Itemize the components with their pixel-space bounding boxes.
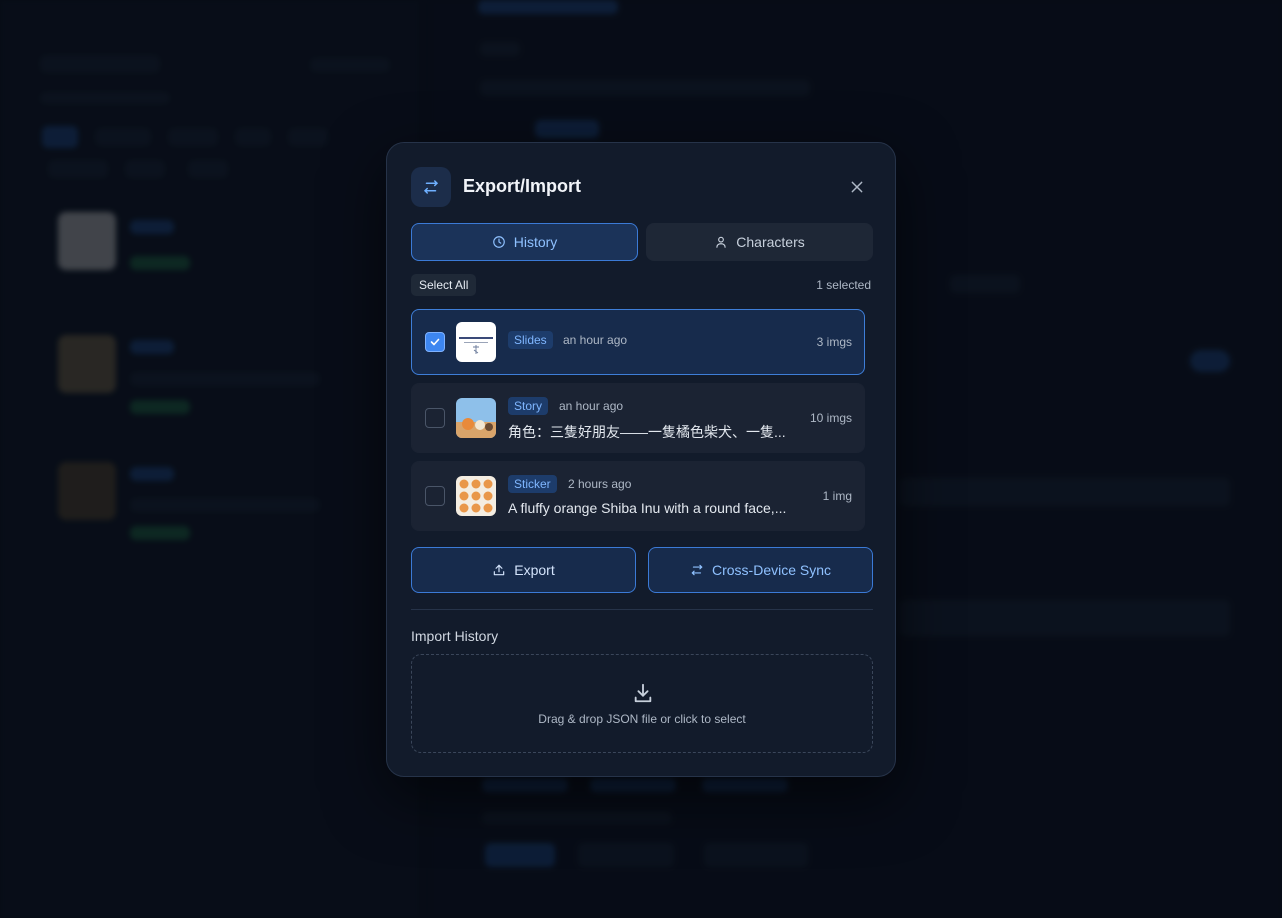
check-icon — [430, 338, 440, 346]
history-item[interactable]: Sticker 2 hours ago A fluffy orange Shib… — [411, 461, 865, 531]
item-checkbox[interactable] — [425, 332, 445, 352]
user-icon — [716, 236, 726, 248]
item-timestamp: an hour ago — [563, 333, 628, 347]
item-timestamp: 2 hours ago — [568, 477, 632, 491]
dialog-title: Export/Import — [463, 176, 582, 196]
item-thumbnail — [456, 322, 496, 362]
history-item[interactable]: Story an hour ago 角色：三隻好朋友——一隻橘色柴犬、一隻...… — [411, 383, 865, 453]
item-image-count: 10 imgs — [809, 411, 852, 425]
tab-characters-label: Characters — [736, 234, 805, 250]
json-dropzone[interactable]: Drag & drop JSON file or click to select — [411, 654, 873, 753]
item-description: A fluffy orange Shiba Inu with a round f… — [508, 500, 787, 516]
close-icon — [851, 181, 863, 193]
export-button-label: Export — [514, 562, 555, 578]
tab-history[interactable]: History — [411, 223, 638, 261]
upload-icon — [494, 564, 505, 576]
select-all-button[interactable]: Select All — [411, 274, 477, 296]
history-item[interactable]: Slides an hour ago 3 imgs — [411, 309, 865, 375]
selected-count: 1 selected — [816, 278, 871, 292]
export-button[interactable]: Export — [411, 547, 636, 593]
clock-icon — [492, 236, 505, 248]
divider — [411, 609, 873, 610]
item-tag-badge: Story — [508, 397, 549, 415]
dropzone-text: Drag & drop JSON file or click to select — [538, 712, 746, 726]
close-button[interactable] — [847, 177, 867, 197]
sync-button-label: Cross-Device Sync — [711, 562, 832, 578]
item-tag-badge: Slides — [508, 331, 553, 349]
download-icon — [634, 683, 652, 703]
item-image-count: 3 imgs — [816, 335, 852, 349]
item-description: 角色：三隻好朋友——一隻橘色柴犬、一隻... — [508, 424, 786, 440]
tab-history-label: History — [513, 234, 558, 250]
item-checkbox[interactable] — [425, 408, 445, 428]
item-tag-badge: Sticker — [508, 475, 557, 493]
item-checkbox[interactable] — [425, 486, 445, 506]
sync-arrows-icon — [691, 564, 703, 576]
import-history-heading: Import History — [411, 628, 499, 644]
export-import-dialog: Export/Import History Characters Select … — [386, 142, 896, 777]
tab-bar: History Characters — [411, 223, 873, 261]
swap-arrows-icon — [411, 167, 451, 207]
item-image-count: 1 img — [822, 489, 852, 503]
item-thumbnail — [456, 476, 496, 516]
item-thumbnail — [456, 398, 496, 438]
item-timestamp: an hour ago — [559, 399, 624, 413]
tab-characters[interactable]: Characters — [646, 223, 873, 261]
cross-device-sync-button[interactable]: Cross-Device Sync — [648, 547, 873, 593]
